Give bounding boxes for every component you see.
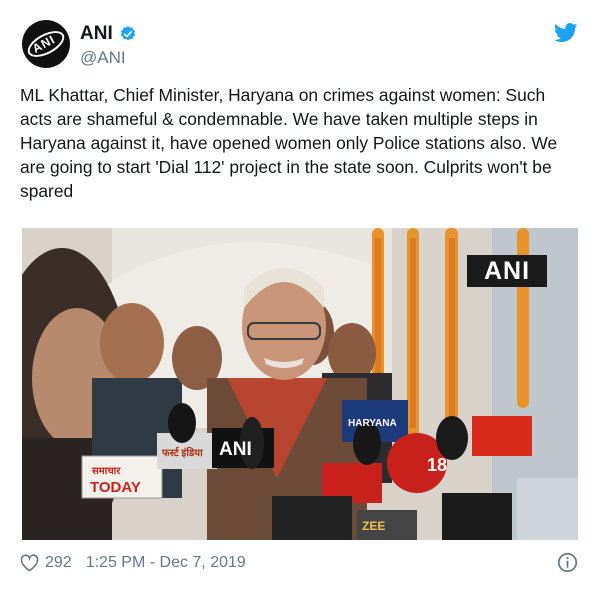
mic-label-today: TODAY bbox=[90, 479, 141, 496]
mic-label-first-india: फर्स्ट इंडिया bbox=[161, 446, 203, 459]
tweet-timestamp[interactable]: 1:25 PM - Dec 7, 2019 bbox=[86, 554, 246, 572]
mic-label-today-top: समाचार bbox=[91, 466, 121, 477]
mic-label-news18: 18 bbox=[427, 455, 447, 475]
twitter-bird-icon[interactable] bbox=[554, 22, 578, 44]
tweet-text: ML Khattar, Chief Minister, Haryana on c… bbox=[20, 85, 558, 201]
author-name-row: ANI bbox=[80, 23, 137, 45]
tweet-footer: 292 1:25 PM - Dec 7, 2019 bbox=[20, 550, 580, 576]
avatar[interactable]: ANI bbox=[22, 20, 70, 68]
ani-watermark: ANI bbox=[467, 255, 547, 287]
author-display-name[interactable]: ANI bbox=[80, 23, 113, 45]
tweet-header: ANI ANI @ANI bbox=[20, 18, 580, 72]
mic-label-ani: ANI bbox=[219, 439, 252, 460]
verified-badge-icon bbox=[120, 26, 135, 41]
tweet-photo[interactable]: समाचार TODAY फर्स्ट इंडिया ANI HARYANA 1… bbox=[22, 228, 578, 540]
author-handle[interactable]: @ANI bbox=[80, 48, 126, 68]
like-count: 292 bbox=[45, 554, 72, 571]
info-icon[interactable] bbox=[557, 552, 578, 573]
mic-label-haryana: HARYANA bbox=[348, 418, 397, 429]
mic-label-zee: ZEE bbox=[362, 519, 385, 533]
heart-icon[interactable] bbox=[20, 554, 39, 572]
